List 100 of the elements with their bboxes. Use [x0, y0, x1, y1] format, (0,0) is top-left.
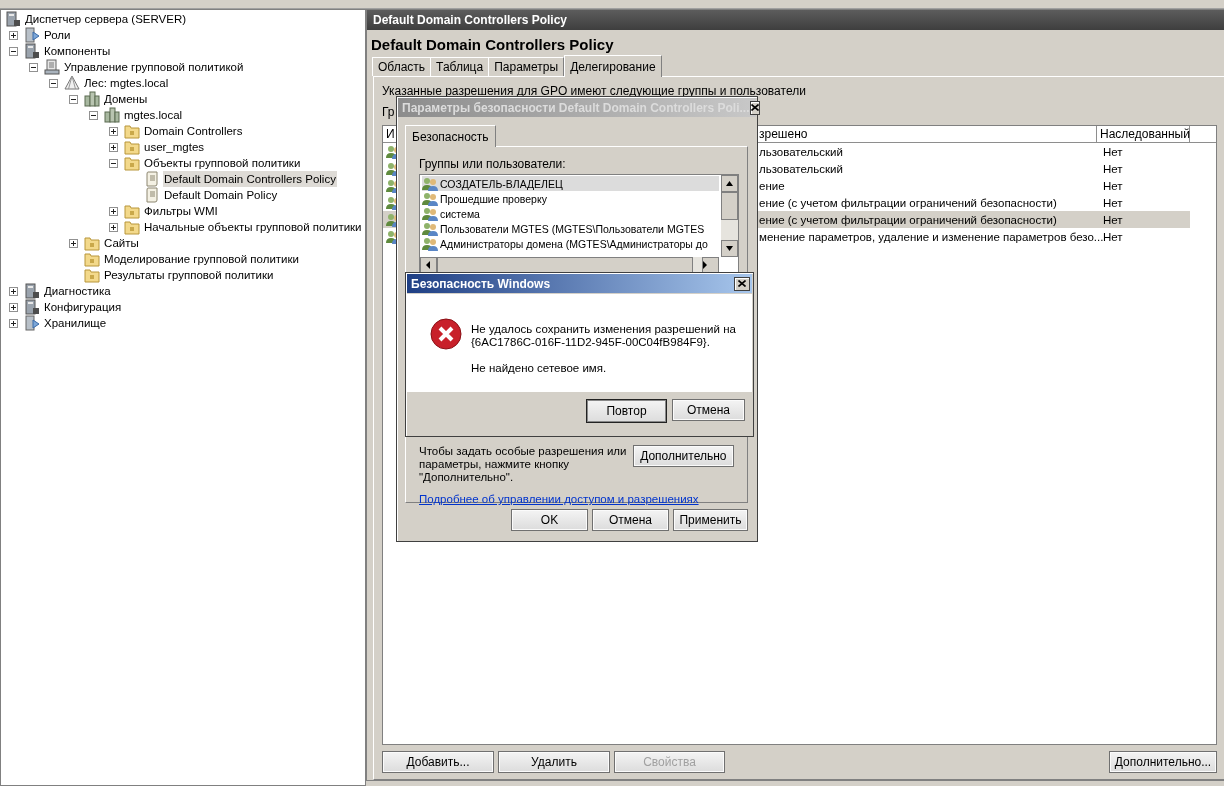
- dialog-button[interactable]: Отмена: [592, 509, 669, 531]
- tree-item-label[interactable]: Компоненты: [43, 43, 112, 59]
- expand-toggle[interactable]: [69, 94, 78, 104]
- table-row[interactable]: ение Нет: [755, 177, 1190, 194]
- expand-toggle[interactable]: [49, 78, 58, 88]
- error-detail: Не найдено сетевое имя.: [471, 362, 608, 374]
- principal-name: Администраторы домена (MGTES\Администраторы до: [440, 237, 708, 250]
- list-item[interactable]: Пользователи MGTES (MGTES\Пользователи MGTES: [422, 221, 719, 236]
- expand-toggle[interactable]: [29, 62, 38, 72]
- tree-item-label[interactable]: Домены: [103, 91, 149, 107]
- server-icon: [24, 315, 40, 331]
- document-icon: [144, 187, 160, 203]
- expand-toggle[interactable]: [9, 302, 18, 312]
- list-item[interactable]: Прошедшие проверку: [422, 191, 719, 206]
- tree-item-label[interactable]: Объекты групповой политики: [143, 155, 302, 171]
- list-item[interactable]: Администраторы домена (MGTES\Администраторы до: [422, 236, 719, 251]
- tree-item-label[interactable]: Default Domain Controllers Policy: [163, 171, 337, 187]
- table-cell: ение (с учетом фильтрации ограничений безопасности): [759, 196, 1057, 209]
- folder-icon: [124, 155, 140, 171]
- tree-item-label[interactable]: Хранилище: [43, 315, 108, 331]
- list-item[interactable]: СОЗДАТЕЛЬ-ВЛАДЕЛЕЦ: [422, 176, 719, 191]
- expand-toggle[interactable]: [89, 110, 98, 120]
- table-cell: ение (с учетом фильтрации ограничений безопасности): [759, 213, 1057, 226]
- console-icon: [44, 59, 60, 75]
- expand-toggle[interactable]: [109, 142, 118, 152]
- close-icon: [738, 280, 746, 287]
- error-message: Не удалось сохранить изменения разрешений на {6AC1786C-016F-11D2-945F-00C04fB984F9}.: [471, 323, 737, 349]
- folder-icon: [84, 235, 100, 251]
- users-icon: [422, 176, 438, 191]
- tree-item-label[interactable]: Начальные объекты групповой политики: [143, 219, 363, 235]
- tree-item-label[interactable]: Роли: [43, 27, 72, 43]
- expand-toggle[interactable]: [9, 30, 18, 40]
- table-cell: Нет: [1103, 145, 1123, 158]
- folder-icon: [124, 123, 140, 139]
- tree-item-label[interactable]: Результаты групповой политики: [103, 267, 275, 283]
- table-row[interactable]: ение (с учетом фильтрации ограничений безопасности) Нет: [755, 194, 1190, 211]
- expand-toggle[interactable]: [109, 158, 118, 168]
- folder-icon: [124, 219, 140, 235]
- list-item[interactable]: система: [422, 206, 719, 221]
- help-link[interactable]: Подробнее об управлении доступом и разрешениях: [419, 493, 734, 505]
- principal-name: система: [440, 207, 480, 220]
- principal-name: СОЗДАТЕЛЬ-ВЛАДЕЛЕЦ: [440, 177, 563, 190]
- tree-item-label[interactable]: Конфигурация: [43, 299, 123, 315]
- tab[interactable]: Безопасность: [405, 125, 496, 147]
- close-button[interactable]: [734, 276, 750, 291]
- close-button[interactable]: [749, 100, 760, 115]
- tree-item-label[interactable]: Фильтры WMI: [143, 203, 219, 219]
- tree-item-label[interactable]: Domain Controllers: [143, 123, 244, 139]
- users-icon: [422, 191, 438, 206]
- expand-toggle[interactable]: [109, 206, 118, 216]
- expand-toggle[interactable]: [69, 238, 78, 248]
- tab[interactable]: Таблица: [430, 57, 490, 76]
- dialog-button[interactable]: Добавить...: [382, 751, 494, 773]
- server-rack-icon: [84, 91, 100, 107]
- table-cell: льзовательский: [759, 145, 843, 158]
- server-icon: [24, 299, 40, 315]
- error-icon: [430, 318, 462, 350]
- tree-item-label[interactable]: Моделирование групповой политики: [103, 251, 300, 267]
- tree-item-label[interactable]: user_mgtes: [143, 139, 206, 155]
- folder-icon: [84, 267, 100, 283]
- dialog-button[interactable]: Удалить: [498, 751, 610, 773]
- dialog-button[interactable]: OK: [511, 509, 588, 531]
- tree-item-label[interactable]: Управление групповой политикой: [63, 59, 245, 75]
- table-row[interactable]: льзовательский Нет: [755, 160, 1190, 177]
- users-icon: [422, 236, 438, 251]
- column-header[interactable]: Наследованный: [1097, 126, 1190, 143]
- table-row[interactable]: льзовательский Нет: [755, 143, 1190, 160]
- groups-label: Группы или пользователи:: [419, 156, 567, 172]
- document-icon: [144, 171, 160, 187]
- tree-item-label[interactable]: Default Domain Policy: [163, 187, 279, 203]
- table-row[interactable]: ение (с учетом фильтрации ограничений безопасности) Нет: [755, 211, 1190, 228]
- expand-toggle[interactable]: [109, 222, 118, 232]
- advanced-button[interactable]: Дополнительно: [632, 445, 734, 467]
- principal-name: Пользователи MGTES (MGTES\Пользователи MGTES: [440, 222, 705, 235]
- server-icon: [24, 27, 40, 43]
- tree-item-label[interactable]: Лес: mgtes.local: [83, 75, 170, 91]
- table-cell: Нет: [1103, 230, 1123, 243]
- advanced-button[interactable]: Дополнительно...: [1109, 751, 1217, 773]
- dialog-button[interactable]: Повтор: [586, 399, 667, 423]
- dialog-title: Безопасность Windows: [411, 276, 551, 291]
- users-icon: [422, 206, 438, 221]
- tree-item-label[interactable]: Сайты: [103, 235, 140, 251]
- groups-label: Гр: [382, 104, 395, 120]
- tab[interactable]: Делегирование: [564, 55, 662, 77]
- expand-toggle[interactable]: [9, 318, 18, 328]
- tree-item-label[interactable]: mgtes.local: [123, 107, 184, 123]
- tab[interactable]: Область: [372, 57, 432, 76]
- folder-icon: [84, 251, 100, 267]
- expand-toggle[interactable]: [9, 286, 18, 296]
- table-cell: Нет: [1103, 179, 1123, 192]
- dialog-button[interactable]: Применить: [673, 509, 748, 531]
- server-icon: [24, 283, 40, 299]
- expand-toggle[interactable]: [109, 126, 118, 136]
- tab[interactable]: Параметры: [488, 57, 565, 76]
- tree-item-label[interactable]: Диагностика: [43, 283, 112, 299]
- expand-toggle[interactable]: [9, 46, 18, 56]
- dialog-button[interactable]: Отмена: [672, 399, 745, 421]
- server-rack-icon: [104, 107, 120, 123]
- table-row[interactable]: менение параметров, удаление и изменение параметров безо...Нет: [755, 228, 1190, 245]
- tree-item-label[interactable]: Диспетчер сервера (SERVER): [24, 11, 188, 27]
